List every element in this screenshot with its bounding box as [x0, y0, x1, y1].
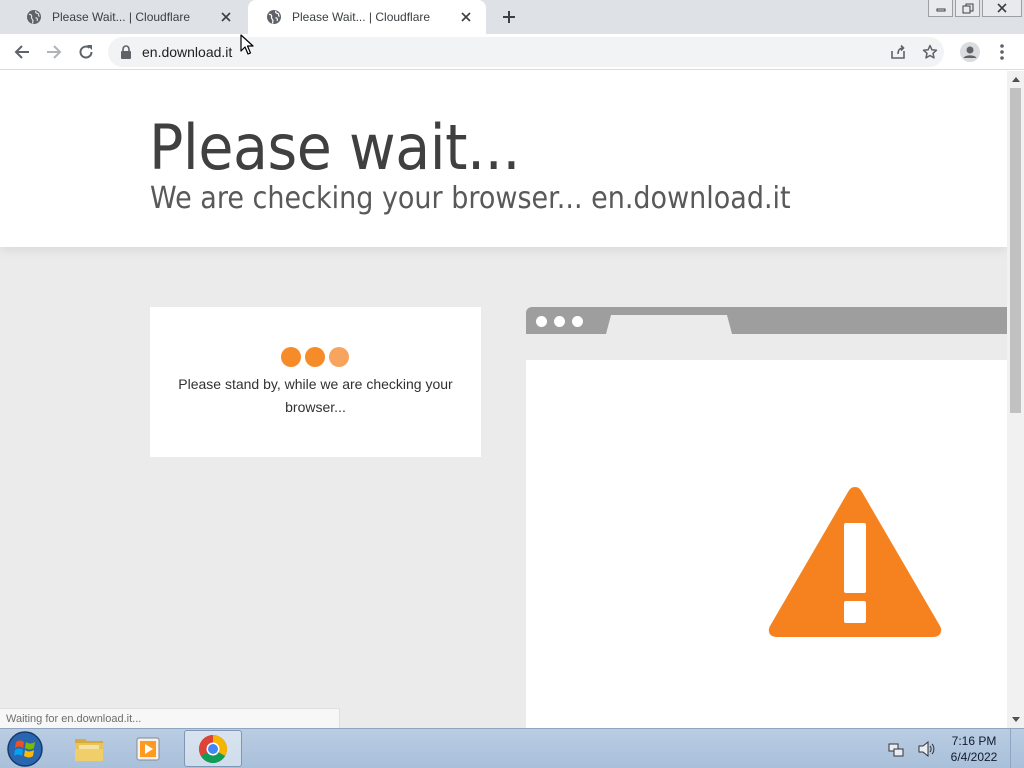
tab-strip: Please Wait... | Cloudflare Please Wait.… — [0, 0, 1024, 34]
clock-date: 6/4/2022 — [950, 750, 998, 764]
share-icon[interactable] — [890, 44, 906, 60]
tab-1[interactable]: Please Wait... | Cloudflare — [8, 0, 246, 34]
media-player-icon — [136, 737, 160, 760]
reload-icon — [79, 45, 93, 59]
back-button[interactable] — [8, 38, 36, 66]
minimize-icon — [936, 8, 945, 12]
illustration-titlebar — [526, 307, 1007, 334]
tab-title: Please Wait... | Cloudflare — [292, 10, 431, 24]
page-content: Please wait... We are checking your brow… — [0, 71, 1007, 728]
media-player-taskbar-button[interactable] — [120, 730, 178, 767]
mouse-cursor-icon — [240, 34, 254, 55]
forward-button[interactable] — [40, 38, 68, 66]
new-tab-button[interactable] — [497, 5, 521, 29]
loading-dot — [329, 347, 349, 367]
illustration-window — [526, 360, 1007, 728]
windows-start-icon[interactable] — [6, 730, 44, 768]
tab-title: Please Wait... | Cloudflare — [52, 10, 191, 24]
volume-icon[interactable] — [918, 741, 936, 757]
warning-icon — [768, 487, 942, 637]
reload-button[interactable] — [72, 38, 100, 66]
tab-2[interactable]: Please Wait... | Cloudflare — [248, 0, 486, 34]
lock-icon[interactable] — [120, 45, 132, 59]
url-text[interactable]: en.download.it — [142, 44, 232, 60]
taskbar: 7:16 PM 6/4/2022 — [0, 728, 1024, 768]
close-tab-icon[interactable] — [218, 9, 234, 25]
status-message: Please stand by, while we are checking y… — [178, 376, 453, 415]
network-icon[interactable] — [888, 741, 904, 757]
page-title: Please wait... — [149, 111, 521, 184]
loading-dot — [281, 347, 301, 367]
menu-button[interactable] — [988, 38, 1016, 66]
vertical-scrollbar[interactable] — [1007, 71, 1024, 728]
page-subtitle: We are checking your browser... en.downl… — [150, 181, 791, 216]
status-card: Please stand by, while we are checking y… — [150, 307, 481, 457]
page-header: Please wait... We are checking your brow… — [0, 71, 1007, 247]
close-icon — [997, 3, 1007, 13]
arrow-right-icon — [47, 45, 62, 59]
status-bar: Waiting for en.download.it... — [0, 708, 340, 728]
clock[interactable]: 7:16 PM 6/4/2022 — [944, 733, 1004, 765]
caret-up-icon — [1011, 77, 1020, 82]
plus-icon — [503, 11, 515, 23]
address-bar[interactable]: en.download.it — [108, 37, 944, 67]
illustration-tab — [606, 315, 732, 334]
clock-time: 7:16 PM — [951, 734, 997, 748]
globe-icon — [27, 10, 41, 24]
globe-icon — [267, 10, 281, 24]
illustration-dot — [572, 316, 583, 327]
restore-button[interactable] — [955, 0, 980, 17]
arrow-left-icon — [14, 45, 29, 59]
loading-dot — [305, 347, 325, 367]
avatar-icon — [960, 42, 980, 62]
caret-down-icon — [1011, 717, 1020, 722]
loading-dots — [281, 347, 353, 367]
window-controls — [928, 0, 1022, 17]
scroll-down-button[interactable] — [1007, 711, 1024, 728]
scroll-up-button[interactable] — [1007, 71, 1024, 88]
close-tab-icon[interactable] — [458, 9, 474, 25]
folder-icon — [75, 738, 103, 761]
restore-icon — [962, 3, 973, 13]
browser-toolbar: en.download.it — [0, 34, 1024, 70]
browser-illustration — [526, 307, 1007, 728]
show-desktop-button[interactable] — [1010, 729, 1024, 768]
scroll-thumb[interactable] — [1010, 88, 1021, 413]
file-explorer-taskbar-button[interactable] — [60, 730, 118, 767]
close-window-button[interactable] — [982, 0, 1022, 17]
star-icon[interactable] — [922, 44, 938, 60]
chrome-icon — [199, 734, 227, 763]
system-tray — [888, 739, 936, 759]
chrome-taskbar-button[interactable] — [184, 730, 242, 767]
illustration-dot — [554, 316, 565, 327]
more-vert-icon — [1000, 44, 1004, 60]
illustration-dot — [536, 316, 547, 327]
profile-button[interactable] — [956, 38, 984, 66]
minimize-button[interactable] — [928, 0, 953, 17]
